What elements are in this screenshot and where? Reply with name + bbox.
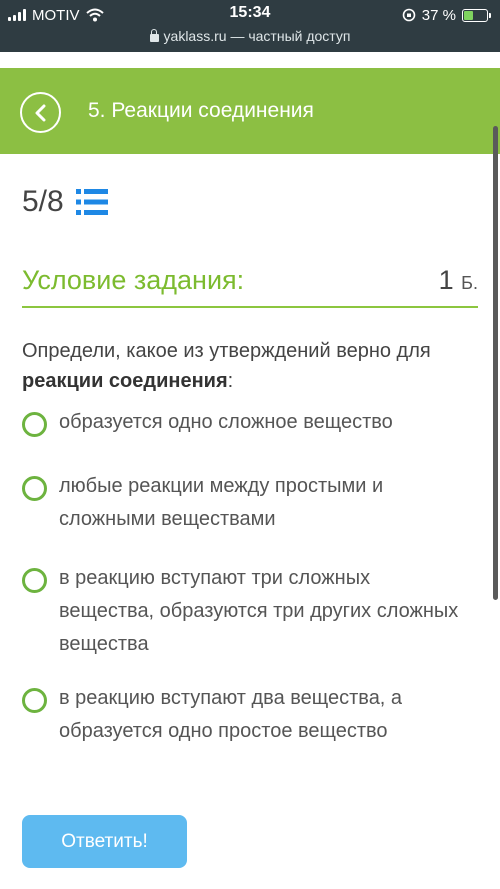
page-header: 5. Реакции соединения [0, 68, 500, 154]
orientation-lock-icon [402, 8, 416, 22]
url-suffix: — частный доступ [226, 28, 351, 44]
points-value: 1 [438, 265, 454, 295]
task-points: 1 Б. [439, 265, 478, 296]
task-condition-title: Условие задания: [22, 265, 245, 295]
answer-option-label: в реакцию вступают три сложных вещества,… [59, 567, 459, 655]
answer-option-label: образуется одно сложное вещество [59, 411, 393, 433]
answer-option-4[interactable]: в реакцию вступают два вещества, а образ… [22, 686, 462, 748]
battery-percent: 37 % [421, 6, 456, 24]
address-bar[interactable]: yaklass.ru — частный доступ [0, 28, 500, 44]
radio-button[interactable] [22, 568, 47, 593]
chevron-left-icon [35, 104, 45, 121]
answer-option-1[interactable]: образуется одно сложное вещество [22, 410, 462, 439]
radio-button[interactable] [22, 412, 47, 437]
status-right: 37 % [402, 5, 491, 25]
back-button[interactable] [20, 92, 61, 133]
question-suffix: : [227, 370, 234, 392]
answer-option-label: в реакцию вступают два вещества, а образ… [59, 687, 403, 742]
page-title: 5. Реакции соединения [88, 99, 314, 122]
question-text: Определи, какое из утверждений верно для… [22, 336, 462, 396]
submit-answer-button[interactable]: Ответить! [22, 815, 187, 868]
radio-button[interactable] [22, 476, 47, 501]
task-list-icon[interactable] [76, 188, 108, 216]
radio-button[interactable] [22, 688, 47, 713]
answer-option-label: любые реакции между простыми и сложными … [59, 475, 384, 530]
answer-option-3[interactable]: в реакцию вступают три сложных вещества,… [22, 566, 462, 661]
question-prefix: Определи, какое из утверждений верно для [22, 340, 431, 362]
status-bar: MOTIV 15:34 37 % yaklass.ru — частный до… [0, 0, 500, 52]
battery-icon [462, 8, 491, 22]
lock-icon [149, 29, 159, 42]
question-bold: реакции соединения [22, 370, 228, 392]
url-domain: yaklass.ru [163, 28, 227, 44]
scrollbar[interactable] [493, 126, 498, 600]
points-unit: Б. [461, 273, 478, 293]
task-counter: 5/8 [22, 185, 64, 218]
title-divider [22, 306, 478, 308]
answer-option-2[interactable]: любые реакции между простыми и сложными … [22, 474, 462, 536]
